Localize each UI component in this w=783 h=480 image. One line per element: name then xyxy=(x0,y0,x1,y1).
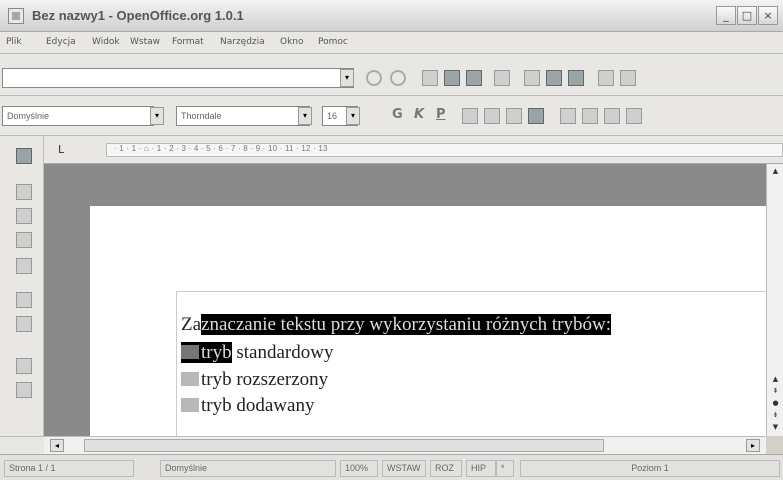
text-line-4-content: tryb dodawany xyxy=(201,395,315,416)
spellcheck-icon[interactable] xyxy=(16,316,32,332)
scroll-up-icon[interactable]: ▲ xyxy=(767,374,783,384)
hscroll-thumb[interactable] xyxy=(84,439,604,452)
document-icon xyxy=(8,8,24,24)
menu-bar: Plik Edycja Widok Wstaw Format Narzędzia… xyxy=(0,32,783,54)
text-line-3[interactable]: tryb rozszerzony xyxy=(181,369,328,391)
title-bar: Bez nazwy1 - OpenOffice.org 1.0.1 _ □ × xyxy=(0,0,783,32)
status-level: Poziom 1 xyxy=(520,460,780,477)
numbering-icon[interactable] xyxy=(560,108,576,124)
align-left-icon[interactable] xyxy=(462,108,478,124)
page-down-icon[interactable]: ⇟ xyxy=(767,410,783,420)
underline-button[interactable]: P xyxy=(436,107,446,122)
italic-button[interactable]: K xyxy=(414,107,424,122)
print-icon[interactable] xyxy=(494,70,510,86)
hscroll-corner xyxy=(0,436,44,454)
close-button[interactable]: × xyxy=(758,6,778,25)
status-modified: * xyxy=(496,460,514,477)
reload-icon[interactable] xyxy=(390,70,406,86)
paragraph-style-select[interactable]: Domyślnie xyxy=(2,106,154,126)
paste-icon[interactable] xyxy=(568,70,584,86)
open-icon[interactable] xyxy=(444,70,460,86)
edit-file-icon[interactable] xyxy=(422,70,438,86)
main-toolbar xyxy=(0,136,44,436)
align-right-icon[interactable] xyxy=(506,108,522,124)
menu-edit[interactable]: Edycja xyxy=(46,37,76,47)
status-selection-mode[interactable]: ROZ xyxy=(430,460,462,477)
text-line-2[interactable]: tryb standardowy xyxy=(181,342,333,364)
formatting-bar: Domyślnie ▾ Thorndale ▾ 16 ▾ G K P xyxy=(0,96,783,136)
redo-icon[interactable] xyxy=(620,70,636,86)
menu-file[interactable]: Plik xyxy=(6,37,22,47)
undo-icon[interactable] xyxy=(598,70,614,86)
menu-insert[interactable]: Wstaw xyxy=(130,37,160,47)
url-dropdown-button[interactable]: ▾ xyxy=(340,69,354,87)
text-unselected: Za xyxy=(181,314,202,335)
find-replace-icon[interactable] xyxy=(16,358,32,374)
function-bar: ▾ xyxy=(0,54,783,96)
paragraph-style-dropdown[interactable]: ▾ xyxy=(150,107,164,125)
save-icon[interactable] xyxy=(466,70,482,86)
insert-object-icon[interactable] xyxy=(16,208,32,224)
menu-window[interactable]: Okno xyxy=(280,37,304,47)
font-name-dropdown[interactable]: ▾ xyxy=(298,107,312,125)
text-selection: znaczanie tekstu przy wykorzystaniu różn… xyxy=(201,314,611,335)
tab-marker-icon xyxy=(181,372,199,386)
insert-icon[interactable] xyxy=(16,148,32,164)
navigator-icon[interactable]: ● xyxy=(767,398,783,408)
document-page[interactable]: Zaznaczanie tekstu przy wykorzystaniu ró… xyxy=(90,206,766,436)
text-line-3-content: tryb rozszerzony xyxy=(201,369,329,390)
form-icon[interactable] xyxy=(16,258,32,274)
tab-marker-icon xyxy=(181,345,199,359)
stop-icon[interactable] xyxy=(366,70,382,86)
tab-marker-icon xyxy=(181,398,199,412)
justify-icon[interactable] xyxy=(528,108,544,124)
scroll-up-icon[interactable]: ▲ xyxy=(767,166,783,176)
vertical-scrollbar[interactable]: ▲ ▲ ⇞ ● ⇟ ▼ xyxy=(766,164,783,436)
bold-button[interactable]: G xyxy=(392,107,403,122)
bullets-icon[interactable] xyxy=(582,108,598,124)
tab-stop-selector[interactable]: L xyxy=(58,143,64,156)
document-area: Zaznaczanie tekstu przy wykorzystaniu ró… xyxy=(44,164,766,436)
url-input[interactable] xyxy=(2,68,354,88)
scroll-left-icon[interactable]: ◂ xyxy=(50,439,64,452)
text-line-1[interactable]: Zaznaczanie tekstu przy wykorzystaniu ró… xyxy=(181,314,611,336)
minimize-button[interactable]: _ xyxy=(716,6,736,25)
cut-icon[interactable] xyxy=(524,70,540,86)
text-area[interactable]: Zaznaczanie tekstu przy wykorzystaniu ró… xyxy=(176,291,766,436)
datasources-icon[interactable] xyxy=(16,382,32,398)
text-unselected-2: standardowy xyxy=(236,342,334,363)
align-center-icon[interactable] xyxy=(484,108,500,124)
status-hyperlink-mode[interactable]: HIP xyxy=(466,460,496,477)
insert-fields-icon[interactable] xyxy=(16,184,32,200)
autocorrect-icon[interactable] xyxy=(16,292,32,308)
maximize-button[interactable]: □ xyxy=(737,6,757,25)
status-insert-mode[interactable]: WSTAW xyxy=(382,460,426,477)
text-selection-2: tryb xyxy=(181,342,232,363)
decrease-indent-icon[interactable] xyxy=(604,108,620,124)
window-title: Bez nazwy1 - OpenOffice.org 1.0.1 xyxy=(32,8,244,23)
menu-format[interactable]: Format xyxy=(172,37,204,47)
font-name-select[interactable]: Thorndale xyxy=(176,106,310,126)
status-page: Strona 1 / 1 xyxy=(4,460,134,477)
font-size-dropdown[interactable]: ▾ xyxy=(346,107,360,125)
page-up-icon[interactable]: ⇞ xyxy=(767,386,783,396)
horizontal-scrollbar[interactable]: ◂ ▸ xyxy=(44,436,766,454)
horizontal-ruler[interactable]: L · 1 · 1 · ⌂ · 1 · 2 · 3 · 4 · 5 · 6 · … xyxy=(44,136,783,164)
menu-help[interactable]: Pomoc xyxy=(318,37,348,47)
text-line-4[interactable]: tryb dodawany xyxy=(181,395,314,417)
scroll-down-icon[interactable]: ▼ xyxy=(767,422,783,432)
status-style: Domyślnie xyxy=(160,460,336,477)
copy-icon[interactable] xyxy=(546,70,562,86)
status-bar: Strona 1 / 1 Domyślnie 100% WSTAW ROZ HI… xyxy=(0,454,783,480)
scroll-right-icon[interactable]: ▸ xyxy=(746,439,760,452)
status-zoom[interactable]: 100% xyxy=(340,460,378,477)
ruler-numbers: · 1 · 1 · ⌂ · 1 · 2 · 3 · 4 · 5 · 6 · 7 … xyxy=(114,144,328,153)
increase-indent-icon[interactable] xyxy=(626,108,642,124)
menu-tools[interactable]: Narzędzia xyxy=(220,37,265,47)
menu-view[interactable]: Widok xyxy=(92,37,120,47)
draw-icon[interactable] xyxy=(16,232,32,248)
